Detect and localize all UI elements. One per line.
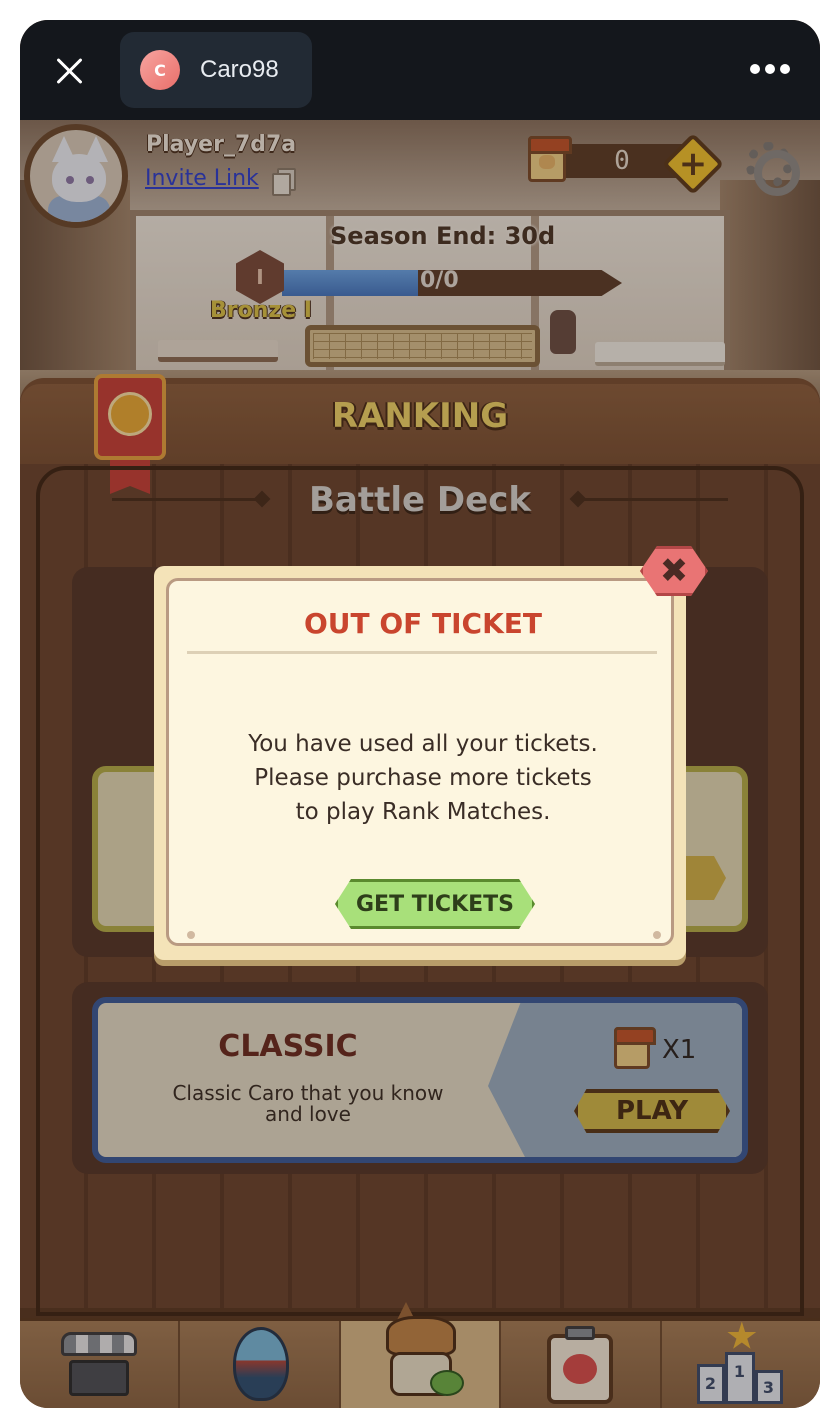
app-name: Caro98 (200, 56, 279, 83)
app-info-chip[interactable]: C Caro98 (120, 32, 312, 108)
close-app-button[interactable] (50, 52, 90, 92)
app-avatar: C (140, 50, 180, 90)
modal-message: You have used all your tickets. Please p… (248, 731, 598, 825)
modal-divider (187, 651, 657, 654)
get-tickets-button[interactable]: GET TICKETS (335, 879, 535, 929)
get-tickets-label: GET TICKETS (355, 891, 515, 917)
modal-corner-dot (187, 931, 195, 939)
mini-app-topbar: C Caro98 (20, 20, 820, 120)
more-dot-icon (750, 64, 760, 74)
more-dot-icon (780, 64, 790, 74)
app-frame: C Caro98 Player_7d7a Invite Link 0 + Sea… (20, 20, 820, 1408)
close-icon: ✖ (659, 551, 689, 591)
modal-title: OUT OF TICKET (303, 607, 543, 640)
more-dot-icon (765, 64, 775, 74)
out-of-ticket-modal: OUT OF TICKET You have used all your tic… (154, 566, 686, 960)
more-options-button[interactable] (750, 64, 790, 76)
modal-content: OUT OF TICKET You have used all your tic… (166, 578, 674, 946)
modal-corner-dot (653, 931, 661, 939)
